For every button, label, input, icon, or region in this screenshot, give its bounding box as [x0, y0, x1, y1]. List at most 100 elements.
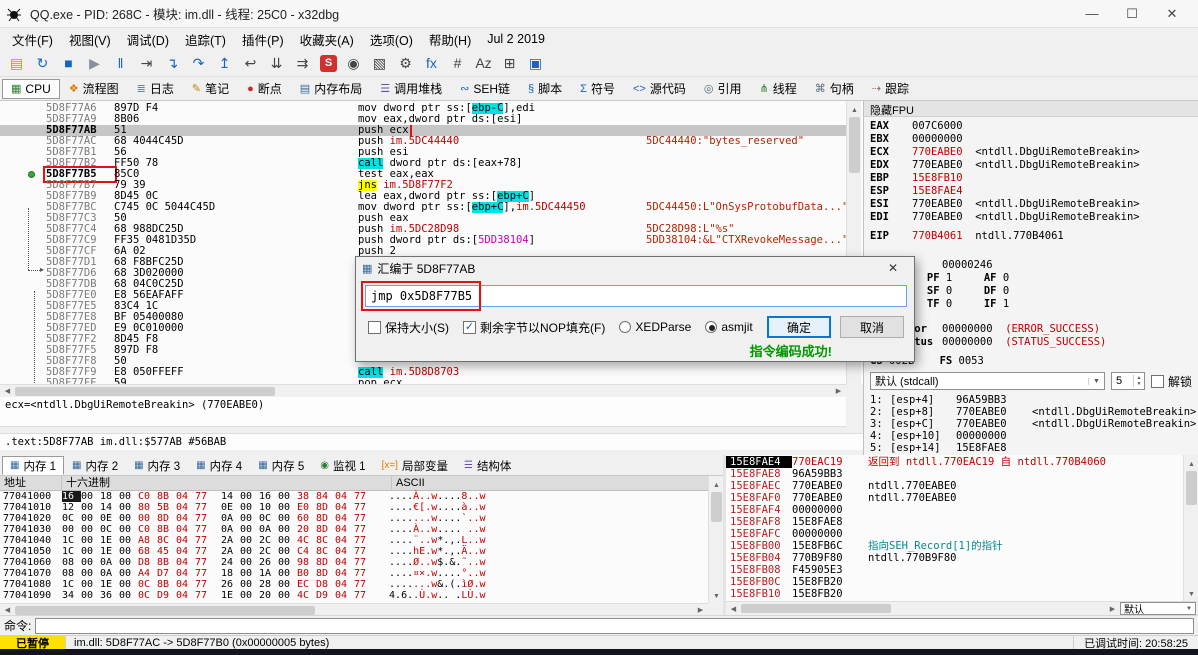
memory-row[interactable]: 77041090 34 00 36 00 0C D9 04 77 1E 00 20 00 4C D9 04 77… [0, 590, 708, 601]
disasm-hscrollbar[interactable]: ◀ ▶ [0, 384, 846, 397]
register-row[interactable]: EIP 770B4061 ntdll.770B4061 [870, 230, 1198, 243]
memory-row[interactable]: 77041060 08 00 0A 00 D8 8B 04 77 24 00 26 00 98 8D 04 77… [0, 557, 708, 568]
memtab-dump3[interactable]: ▦ 内存 3 [126, 456, 188, 475]
remote-computer-icon[interactable]: ▣ [523, 52, 548, 74]
menu-favourites[interactable]: 收藏夹(A) [292, 28, 362, 51]
scroll-left-icon[interactable]: ◀ [0, 385, 15, 398]
register-row[interactable]: EFLAGS00000246 [870, 259, 1198, 272]
pause-icon[interactable]: ‖ [108, 52, 133, 74]
tab-cpu[interactable]: ▦ CPU [2, 78, 60, 99]
hash-icon[interactable]: # [445, 52, 470, 74]
memtab-dump2[interactable]: ▦ 内存 2 [64, 456, 126, 475]
scroll-down-icon[interactable]: ▼ [709, 589, 724, 603]
memtab-struct[interactable]: ☰ 结构体 [456, 456, 519, 475]
argument-row[interactable]: 5: [esp+14] 15E8FAE8 [870, 442, 1198, 454]
cancel-button[interactable]: 取消 [840, 316, 904, 338]
stack-row[interactable]: 15E8FB10 15E8FB20 [726, 588, 1183, 600]
scroll-right-icon[interactable]: ▶ [831, 385, 846, 398]
scroll-thumb[interactable] [741, 604, 891, 613]
maximize-button[interactable]: ☐ [1112, 1, 1152, 27]
functions-icon[interactable]: fx [419, 52, 444, 74]
command-input[interactable] [35, 617, 1194, 634]
menu-build-date[interactable]: Jul 2 2019 [479, 30, 553, 48]
asmjit-radio[interactable]: asmjit [705, 320, 753, 334]
menu-debug[interactable]: 调试(D) [119, 28, 177, 51]
hide-fpu-toggle[interactable]: 隐藏FPU [864, 101, 1198, 117]
args-depth-spinner[interactable]: 5 ▲ ▼ [1110, 372, 1145, 390]
memtab-dump1[interactable]: ▦ 内存 1 [2, 456, 65, 475]
segments-row[interactable]: GS 002B FS 0053 [870, 355, 1198, 368]
flags-row[interactable]: CF 0 TF 0 IF 1 [870, 298, 1198, 311]
spin-down-icon[interactable]: ▼ [1134, 381, 1144, 387]
scroll-down-icon[interactable]: ▼ [1184, 587, 1198, 601]
register-row[interactable]: EBP 15E8FB10 [870, 172, 1198, 185]
register-row[interactable]: ESP 15E8FAE4 [870, 185, 1198, 198]
tab-breakpoints[interactable]: ● 断点 [238, 77, 291, 100]
patch-icon[interactable]: ▧ [367, 52, 392, 74]
tab-handles[interactable]: ⌘ 句柄 [806, 77, 863, 100]
disasm-row[interactable]: 5D8F77A9 8B06 mov eax,dword ptr ds:[esi] [0, 114, 846, 125]
stack-row[interactable]: 15E8FAE4 770EAC19 返回到 ntdll.770EAC19 自 ntd… [726, 456, 1183, 468]
stop-icon[interactable]: ■ [56, 52, 81, 74]
minimize-button[interactable]: — [1072, 1, 1112, 27]
close-button[interactable]: ✕ [1152, 1, 1192, 27]
menu-help[interactable]: 帮助(H) [421, 28, 479, 51]
stack-vscrollbar[interactable]: ▲ ▼ [1183, 455, 1198, 601]
register-row[interactable]: EDI 770EABE0 <ntdll.DbgUiRemoteBreakin> [870, 211, 1198, 224]
scroll-left-icon[interactable]: ◀ [726, 602, 741, 615]
memory-row[interactable]: 77041000 16 00 18 00 C0 8B 04 77 14 00 16 00 38 84 04 77… [0, 491, 708, 502]
snapshot-icon[interactable]: ◉ [341, 52, 366, 74]
argument-row[interactable]: 3: [esp+C] 770EABE0 <ntdll.DbgUiRemoteBreak… [870, 418, 1198, 430]
menu-file[interactable]: 文件(F) [4, 28, 61, 51]
stack-row[interactable]: 15E8FB00 15E8FB6C 指向SEH_Record[1]的指针 [726, 540, 1183, 552]
disasm-row[interactable]: 5D8F77AC 68 4044C45D push im.5DC44440 5DC44… [0, 136, 846, 147]
memory-row[interactable]: 77041020 0C 00 0E 00 00 8D 04 77 0A 00 0C 00 60 8D 04 77… [0, 513, 708, 524]
menu-options[interactable]: 选项(O) [362, 28, 421, 51]
disasm-row[interactable]: 5D8F77F9 E8 050FFEFF call im.5D8D8703 [0, 367, 846, 378]
tab-threads[interactable]: ⋔ 线程 [750, 77, 805, 100]
memory-row[interactable]: 77041030 00 00 0C 00 C0 8B 04 77 0A 00 0A 00 20 8D 04 77… [0, 524, 708, 535]
scroll-right-icon[interactable]: ▶ [1105, 602, 1120, 615]
calling-convention-select[interactable]: 默认 (stdcall) ▼ [870, 372, 1105, 390]
memory-row[interactable]: 77041070 08 00 0A 00 A4 D7 04 77 18 00 1A 00 B0 8D 04 77… [0, 568, 708, 579]
stack-mode-select[interactable]: 默认 ▼ [1120, 602, 1196, 616]
step-into-icon[interactable]: ↴ [160, 52, 185, 74]
register-row[interactable]: EAX 007C6000 [870, 120, 1198, 133]
tab-call-stack[interactable]: ☰ 调用堆栈 [371, 77, 451, 100]
stack-row[interactable]: 15E8FAF8 15E8FAE8 [726, 516, 1183, 528]
memory-row[interactable]: 77041050 1C 00 1E 00 68 45 04 77 2A 00 2C 00 C4 8C 04 77… [0, 546, 708, 557]
stack-row[interactable]: 15E8FAF4 00000000 [726, 504, 1183, 516]
run-to-return-icon[interactable]: ↩ [238, 52, 263, 74]
step-out-icon[interactable]: ↥ [212, 52, 237, 74]
stack-row[interactable]: 15E8FAE8 96A59BB3 [726, 468, 1183, 480]
tab-memory-map[interactable]: ▤ 内存布局 [291, 77, 371, 100]
run-icon[interactable]: ▶ [82, 52, 107, 74]
animate-over-icon[interactable]: ⇉ [290, 52, 315, 74]
memory-row[interactable]: 77041080 1C 00 1E 00 0C 8B 04 77 26 00 28 00 EC D8 04 77… [0, 579, 708, 590]
stack-row[interactable]: 15E8FB08 F45905E3 [726, 564, 1183, 576]
memtab-dump4[interactable]: ▦ 内存 4 [188, 456, 250, 475]
tab-trace[interactable]: ⇢ 跟踪 [863, 77, 918, 100]
settings-gear-icon[interactable]: ⚙ [393, 52, 418, 74]
scroll-thumb[interactable] [849, 117, 860, 173]
stack-row[interactable]: 15E8FAFC 00000000 [726, 528, 1183, 540]
register-row[interactable]: LastStatus00000000 (STATUS_SUCCESS) [870, 336, 1198, 349]
script-icon[interactable]: S [320, 54, 337, 72]
scroll-thumb[interactable] [1186, 471, 1197, 505]
flags-row[interactable]: OF 0 SF 0 DF 0 [870, 285, 1198, 298]
memory-row[interactable]: 77041010 12 00 14 00 80 5B 04 77 0E 00 10 00 E0 8D 04 77… [0, 502, 708, 513]
scroll-up-icon[interactable]: ▲ [847, 104, 862, 118]
dump-vscrollbar[interactable]: ▲ ▼ [708, 476, 723, 603]
stack-row[interactable]: 15E8FAEC 770EABE0 ntdll.770EABE0 [726, 480, 1183, 492]
memory-row[interactable]: 77041040 1C 00 1E 00 A8 8C 04 77 2A 00 2C 00 4C 8C 04 77… [0, 535, 708, 546]
xedparse-radio[interactable]: XEDParse [619, 320, 691, 334]
nop-fill-checkbox[interactable]: ✓ 剩余字节以NOP填充(F) [463, 319, 605, 336]
ok-button[interactable]: 确定 [767, 316, 831, 338]
font-icon[interactable]: Az [471, 52, 496, 74]
tab-script[interactable]: § 脚本 [519, 77, 571, 100]
memtab-watch1[interactable]: ◉ 监视 1 [312, 456, 373, 475]
run-to-cursor-icon[interactable]: ⇥ [134, 52, 159, 74]
scroll-thumb[interactable] [15, 605, 315, 615]
restart-icon[interactable]: ↻ [30, 52, 55, 74]
tab-references[interactable]: ◎ 引用 [695, 77, 751, 100]
